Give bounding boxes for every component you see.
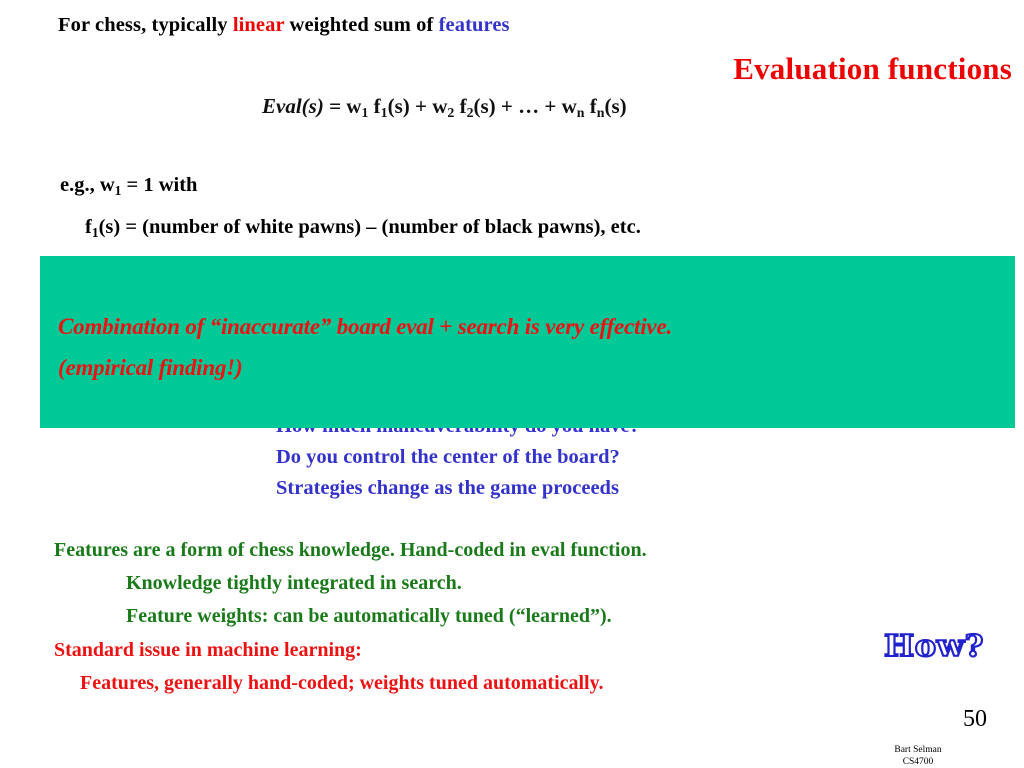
formula-f2: f [454, 94, 467, 118]
author-footer: Bart Selman CS4700 [858, 744, 978, 768]
standard-issue-line-1: Standard issue in machine learning: [54, 639, 362, 661]
blue-question-line-3: Strategies change as the game proceeds [276, 477, 619, 499]
knowledge-block: Features are a form of chess knowledge. … [54, 534, 647, 633]
formula-f2-sub: 2 [466, 104, 474, 120]
formula-w2: w [432, 94, 448, 118]
example-weight-suffix: = 1 with [121, 174, 198, 196]
formula-f1: f [368, 94, 381, 118]
blue-question-line-2: Do you control the center of the board? [276, 446, 620, 468]
formula-f1-arg: (s) + [387, 94, 433, 118]
example-feature-suffix: (s) = (number of white pawns) – (number … [98, 216, 641, 238]
intro-heading-linear: linear [232, 14, 285, 36]
formula-ellipsis: … + [518, 94, 562, 118]
formula-lhs: Eval(s) [262, 94, 324, 118]
formula-fn-arg: (s) [604, 94, 627, 118]
example-feature-line: f1(s) = (number of white pawns) – (numbe… [85, 216, 641, 241]
formula-f2-arg: (s) + [473, 94, 519, 118]
highlight-callout-line-1: Combination of “inaccurate” board eval +… [58, 314, 672, 339]
formula-wn-sub: n [576, 104, 585, 120]
standard-issue-block: Standard issue in machine learning: Feat… [54, 634, 604, 700]
formula-fn: f [584, 94, 597, 118]
standard-issue-line-2: Features, generally hand-coded; weights … [80, 672, 604, 694]
highlight-callout-box: Combination of “inaccurate” board eval +… [40, 256, 1015, 428]
knowledge-line-3: Feature weights: can be automatically tu… [126, 605, 612, 627]
example-feature-prefix: f [85, 216, 92, 238]
knowledge-line-1: Features are a form of chess knowledge. … [54, 539, 647, 561]
slide-canvas: For chess, typically linear weighted sum… [0, 0, 1024, 768]
knowledge-line-2: Knowledge tightly integrated in search. [126, 572, 462, 594]
how-wordart: How? [883, 628, 985, 665]
highlight-callout-text: Combination of “inaccurate” board eval +… [58, 306, 1008, 388]
page-title: Evaluation functions [733, 51, 1012, 86]
intro-heading: For chess, typically linear weighted sum… [58, 14, 510, 37]
example-weight-line: e.g., w1 = 1 with [60, 174, 197, 199]
course-code: CS4700 [902, 757, 934, 767]
page-number: 50 [963, 706, 987, 732]
formula-w1: w [346, 94, 362, 118]
example-weight-prefix: e.g., w [60, 174, 115, 196]
intro-heading-part2: weighted sum of [284, 14, 439, 36]
intro-heading-features: features [438, 14, 510, 36]
formula-wn: w [561, 94, 577, 118]
formula-f1-sub: 1 [380, 104, 388, 120]
eval-formula: Eval(s) = w1 f1(s) + w2 f2(s) + … + wn f… [262, 94, 627, 121]
highlight-callout-line-2: (empirical finding!) [58, 355, 243, 380]
author-name: Bart Selman [894, 745, 942, 755]
intro-heading-part1: For chess, typically [58, 14, 233, 36]
formula-eq: = [323, 94, 347, 118]
example-feature-sub: 1 [91, 224, 99, 240]
